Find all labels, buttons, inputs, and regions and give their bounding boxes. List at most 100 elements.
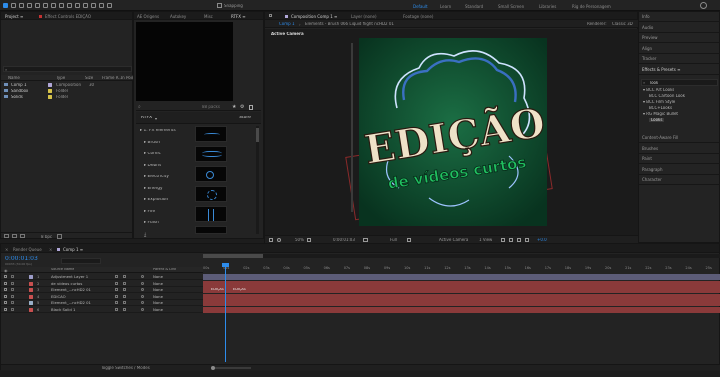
- time-ruler[interactable]: 00s 01s 02s 03s 04s 05s 06s 07s 08s 09s 10s 11s 12s 1…: [203, 253, 720, 273]
- pickwhip-icon[interactable]: [141, 301, 144, 304]
- toggle-switches-modes[interactable]: Toggle Switches / Modes: [101, 366, 150, 370]
- rtfx-category-item[interactable]: ▸ Brush: [144, 141, 160, 145]
- close-icon[interactable]: ×: [5, 247, 8, 252]
- layer-label-color[interactable]: [29, 288, 33, 292]
- layer-name[interactable]: Black Solid 1: [51, 308, 111, 312]
- panel-paint[interactable]: Paint: [642, 156, 652, 161]
- parent-dropdown[interactable]: None: [153, 301, 163, 305]
- rotate-tool-icon[interactable]: [27, 3, 32, 8]
- col-name[interactable]: Name: [8, 76, 20, 80]
- audio-toggle-icon[interactable]: [11, 307, 14, 311]
- rtfx-category-item[interactable]: ▸ Electricity: [144, 175, 169, 179]
- parent-dropdown[interactable]: None: [153, 275, 163, 279]
- col-parent-link[interactable]: Parent & Link: [153, 268, 176, 272]
- visibility-eye-icon[interactable]: [4, 307, 7, 311]
- fx-switch-icon[interactable]: [123, 294, 126, 298]
- panel-tracker[interactable]: Tracker: [642, 56, 656, 61]
- tab-composition[interactable]: Composition Comp 1 ≡: [291, 14, 337, 19]
- new-composition-icon[interactable]: [20, 234, 25, 238]
- project-item[interactable]: Solids Folder: [1, 94, 134, 100]
- visibility-eye-icon[interactable]: [4, 288, 7, 291]
- panel-info[interactable]: Info: [642, 14, 650, 19]
- workspace-small-screen[interactable]: Small Screen: [498, 4, 524, 9]
- tab-project[interactable]: Project ≡: [5, 14, 23, 19]
- zoom-slider[interactable]: [211, 366, 251, 370]
- preset-item[interactable]: BCC Cartoon Look: [649, 94, 685, 98]
- pickwhip-icon[interactable]: [141, 275, 144, 278]
- timeline-search-input[interactable]: [61, 258, 101, 264]
- pen-tool-icon[interactable]: [59, 3, 64, 8]
- workspace-rig-de-personagem[interactable]: Rig de Personagem: [572, 4, 611, 9]
- parent-dropdown[interactable]: None: [153, 308, 163, 312]
- preset-folder[interactable]: ▾ BCC Art Looks: [643, 88, 674, 92]
- layer-label-color[interactable]: [29, 307, 33, 312]
- rtfx-category-item[interactable]: ▸ Explosion: [144, 198, 168, 202]
- layer-name[interactable]: Element_...ncHD2 01: [51, 301, 111, 305]
- label-color-swatch[interactable]: [48, 83, 52, 87]
- type-tool-icon[interactable]: [67, 3, 72, 8]
- clone-tool-icon[interactable]: [83, 3, 88, 8]
- favorite-star-icon[interactable]: ★: [232, 104, 236, 110]
- panel-content-aware-fill[interactable]: Content-Aware Fill: [642, 135, 678, 140]
- rtfx-thumbnail[interactable]: [195, 126, 227, 142]
- parent-dropdown[interactable]: None: [153, 295, 163, 299]
- roto-brush-tool-icon[interactable]: [99, 3, 104, 8]
- search-help-icon[interactable]: [700, 2, 707, 9]
- visibility-eye-icon[interactable]: [4, 275, 7, 278]
- lock-icon[interactable]: [269, 14, 272, 17]
- rtfx-thumbnail[interactable]: [195, 186, 227, 202]
- transparency-grid-icon[interactable]: [407, 238, 411, 242]
- tab-layer[interactable]: Layer (none): [351, 14, 377, 19]
- parent-dropdown[interactable]: None: [153, 288, 163, 292]
- shy-switch-icon[interactable]: [115, 281, 118, 285]
- shy-switch-icon[interactable]: [115, 301, 118, 304]
- audio-toggle-icon[interactable]: [11, 294, 14, 298]
- viewer-timecode[interactable]: 0:00:01:03: [333, 238, 355, 242]
- col-type[interactable]: Type: [56, 76, 65, 80]
- fx-switch-icon[interactable]: [123, 288, 126, 291]
- timeline-track-area[interactable]: 00s 01s 02s 03s 04s 05s 06s 07s 08s 09s 10s 11s 12s 1…: [203, 253, 720, 363]
- renderer-value[interactable]: Classic 3D: [612, 22, 633, 26]
- region-of-interest-icon[interactable]: [277, 238, 281, 242]
- layer-bar[interactable]: [203, 274, 720, 280]
- zoom-dropdown[interactable]: 50%: [295, 238, 304, 242]
- label-color-swatch[interactable]: [48, 95, 52, 99]
- close-icon[interactable]: ×: [49, 247, 52, 252]
- layer-bar[interactable]: [203, 306, 720, 313]
- fx-switch-icon[interactable]: [123, 307, 126, 311]
- timeline-icon[interactable]: [517, 238, 521, 242]
- layer-row[interactable]: 6 Black Solid 1 None: [1, 307, 203, 313]
- layer-name[interactable]: de vídeos curtos: [51, 282, 111, 286]
- effects-search-value[interactable]: look: [650, 81, 658, 85]
- rtfx-thumbnail[interactable]: [195, 146, 227, 162]
- fx-switch-icon[interactable]: [123, 281, 126, 285]
- zoom-slider-thumb[interactable]: [211, 366, 215, 370]
- panel-align[interactable]: Align: [642, 46, 652, 51]
- resolution-dropdown[interactable]: Full: [390, 238, 397, 242]
- workspace-learn[interactable]: Learn: [440, 4, 451, 9]
- layer-bar[interactable]: [203, 293, 720, 300]
- panel-brushes[interactable]: Brushes: [642, 146, 658, 151]
- camera-tool-icon[interactable]: [35, 3, 40, 8]
- new-folder-icon[interactable]: [12, 234, 17, 238]
- bpc-label[interactable]: 8 bpc: [41, 235, 52, 239]
- search-icon[interactable]: ⌕: [138, 104, 141, 110]
- visibility-eye-icon[interactable]: [4, 281, 7, 285]
- audio-toggle-icon[interactable]: [11, 281, 14, 285]
- download-icon[interactable]: ⤓: [144, 232, 146, 238]
- rtfx-scrollbar-thumb[interactable]: [256, 128, 259, 142]
- layer-bar[interactable]: [203, 287, 720, 293]
- tab-comp1[interactable]: Comp 1 ≡: [63, 247, 83, 252]
- rtfx-thumbnail[interactable]: [195, 206, 227, 222]
- layer-name[interactable]: Element_...ncHD2 01: [51, 288, 111, 292]
- workspace-default[interactable]: Default: [413, 4, 428, 9]
- effects-search-input[interactable]: ⌕ look: [641, 79, 718, 86]
- layer-bar[interactable]: [203, 300, 720, 306]
- layer-label-color[interactable]: [29, 275, 33, 279]
- rtfx-store-button[interactable]: Store: [239, 116, 251, 121]
- rtfx-category-item[interactable]: ▸ Energy: [144, 187, 163, 191]
- preset-folder[interactable]: ▾ RG Magic Bullet: [643, 112, 678, 116]
- project-search-input[interactable]: ⌕: [3, 66, 132, 72]
- layer-label-color[interactable]: [29, 294, 33, 299]
- selection-tool-icon[interactable]: [3, 3, 8, 8]
